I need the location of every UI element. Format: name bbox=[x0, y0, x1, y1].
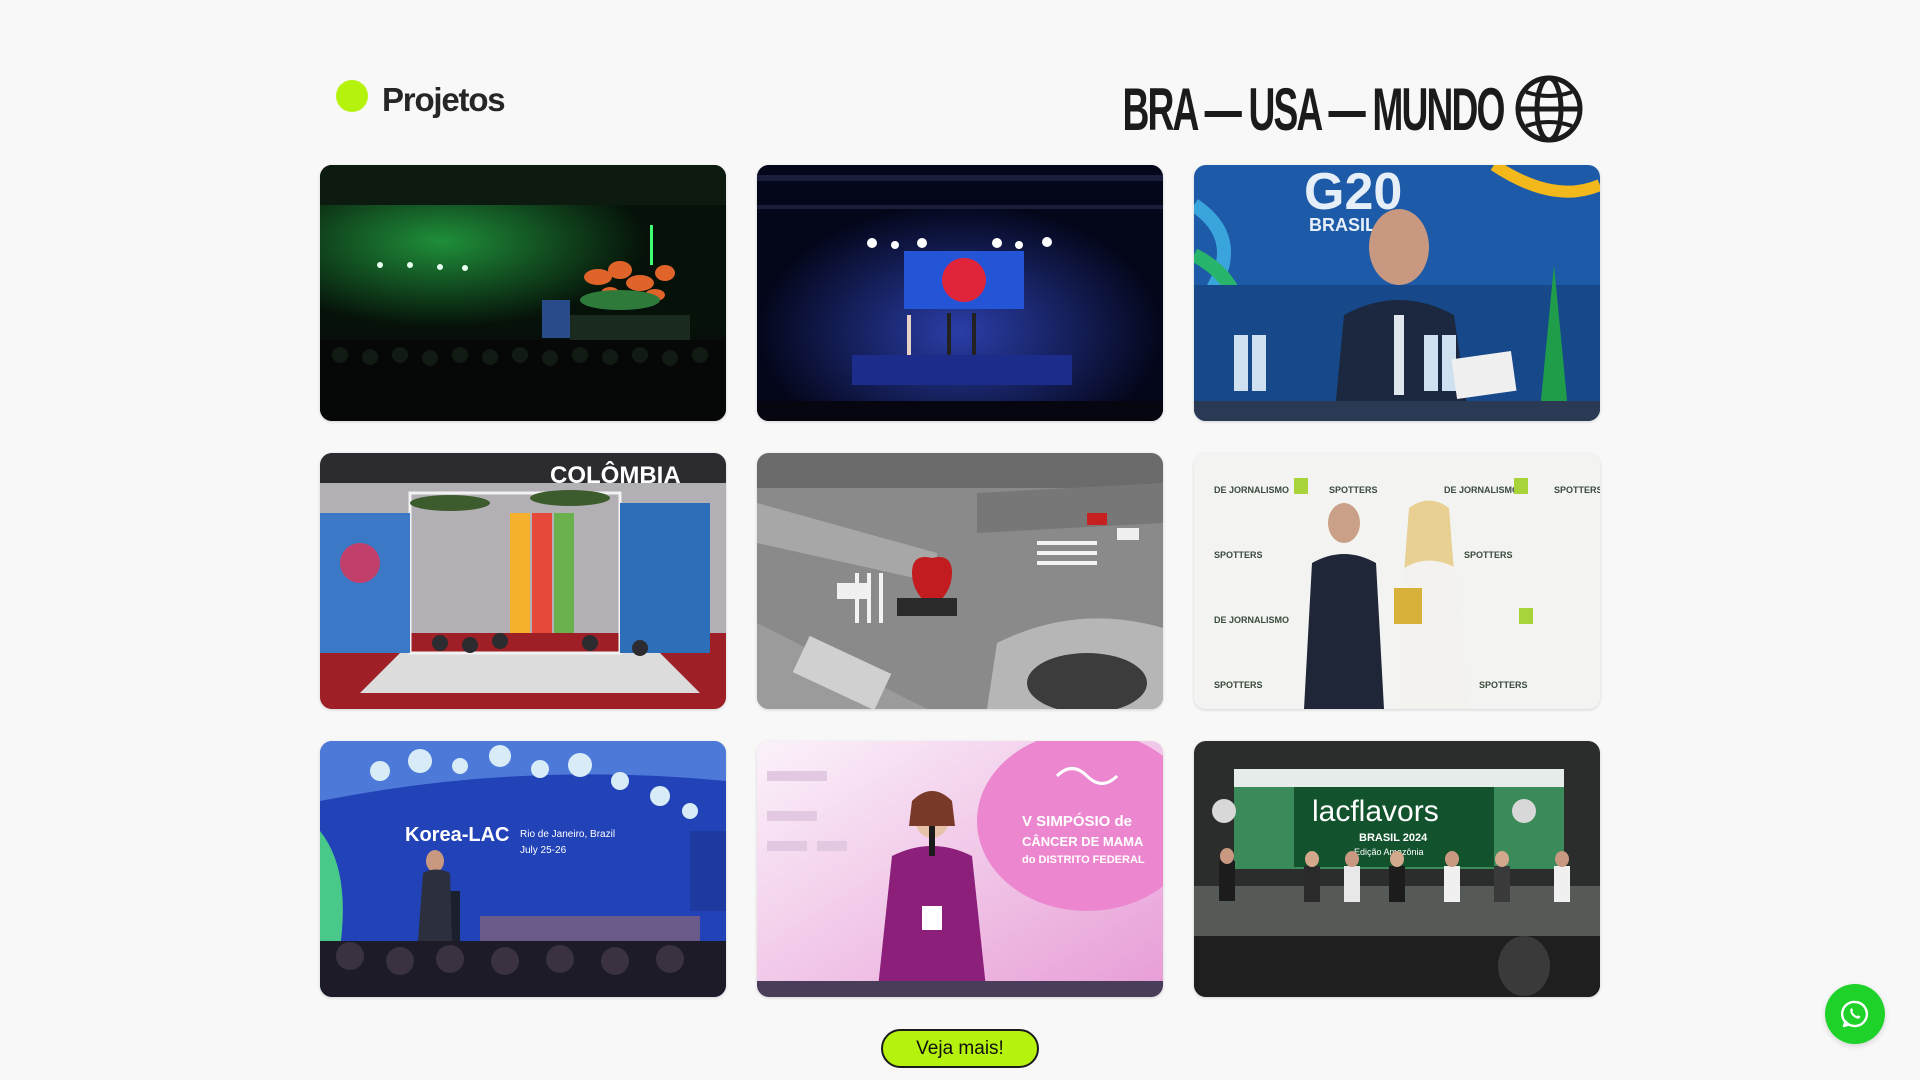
project-card-5[interactable] bbox=[757, 453, 1163, 709]
project-card-3[interactable]: G20 BRASIL bbox=[1194, 165, 1600, 421]
svg-text:DE JORNALISMO: DE JORNALISMO bbox=[1214, 485, 1289, 495]
see-more-button[interactable]: Veja mais! bbox=[881, 1029, 1039, 1068]
whatsapp-icon bbox=[1840, 1000, 1869, 1028]
section-header: Projetos BRA — USA — MUNDO bbox=[320, 70, 1600, 150]
korea-lac-city: Rio de Janeiro, Brazil bbox=[520, 829, 615, 840]
lacflavors-year: BRASIL 2024 bbox=[1359, 832, 1428, 844]
project-card-9[interactable]: lacflavors BRASIL 2024 Edição Amazônia bbox=[1194, 741, 1600, 997]
project-image-4: COLÔMBIA bbox=[320, 453, 726, 709]
symposium-sub: CÂNCER DE MAMA bbox=[1022, 834, 1144, 849]
lacflavors-edition: Edição Amazônia bbox=[1354, 847, 1424, 857]
section-title-text: Projetos bbox=[382, 81, 506, 118]
region-text: BRA — USA — MUNDO bbox=[1122, 75, 1506, 143]
symposium-sub2: do DISTRITO FEDERAL bbox=[1022, 854, 1145, 866]
colombia-banner: COLÔMBIA bbox=[550, 461, 681, 489]
globe-icon bbox=[1515, 75, 1583, 143]
wall-text-g: SPOTTERS bbox=[1479, 680, 1528, 690]
wall-text-d: SPOTTERS bbox=[1464, 550, 1513, 560]
region-label: BRA — USA — MUNDO bbox=[889, 74, 1584, 144]
wall-text-f: SPOTTERS bbox=[1214, 680, 1263, 690]
project-image-7: Korea-LAC Rio de Janeiro, Brazil July 25… bbox=[320, 741, 726, 997]
project-image-1 bbox=[320, 165, 726, 421]
accent-dot bbox=[336, 80, 368, 112]
g20-sub: BRASIL bbox=[1309, 215, 1376, 235]
projects-grid: G20 BRASIL COLÔMBIA DE JORNALISMO SPOTTE… bbox=[320, 165, 1600, 997]
project-image-5 bbox=[757, 453, 1163, 709]
project-card-6[interactable]: DE JORNALISMO SPOTTERS DE JORNALISMO SPOTT… bbox=[1194, 453, 1600, 709]
whatsapp-button[interactable] bbox=[1825, 984, 1885, 1044]
korea-lac-title: Korea-LAC bbox=[405, 824, 509, 846]
wall-text-b: SPOTTERS bbox=[1554, 485, 1600, 495]
project-image-2 bbox=[757, 165, 1163, 421]
lacflavors-logo: lacflavors bbox=[1312, 795, 1439, 828]
section-title: Projetos bbox=[336, 70, 506, 130]
project-card-1[interactable] bbox=[320, 165, 726, 421]
wall-text-e: DE JORNALISMO bbox=[1214, 615, 1289, 625]
project-image-8: V SIMPÓSIO de CÂNCER DE MAMA do DISTRITO… bbox=[757, 741, 1163, 997]
project-image-6: DE JORNALISMO SPOTTERS DE JORNALISMO SPOTT… bbox=[1194, 453, 1600, 709]
wall-text-c: SPOTTERS bbox=[1214, 550, 1263, 560]
project-card-7[interactable]: Korea-LAC Rio de Janeiro, Brazil July 25… bbox=[320, 741, 726, 997]
svg-text:DE JORNALISMO: DE JORNALISMO bbox=[1444, 485, 1519, 495]
wall-text-a: SPOTTERS bbox=[1329, 485, 1378, 495]
korea-lac-date: July 25-26 bbox=[520, 845, 567, 856]
project-card-2[interactable] bbox=[757, 165, 1163, 421]
project-image-9: lacflavors BRASIL 2024 Edição Amazônia bbox=[1194, 741, 1600, 997]
symposium-title: V SIMPÓSIO de bbox=[1022, 812, 1132, 830]
project-card-8[interactable]: V SIMPÓSIO de CÂNCER DE MAMA do DISTRITO… bbox=[757, 741, 1163, 997]
project-image-3: G20 BRASIL bbox=[1194, 165, 1600, 421]
project-card-4[interactable]: COLÔMBIA bbox=[320, 453, 726, 709]
